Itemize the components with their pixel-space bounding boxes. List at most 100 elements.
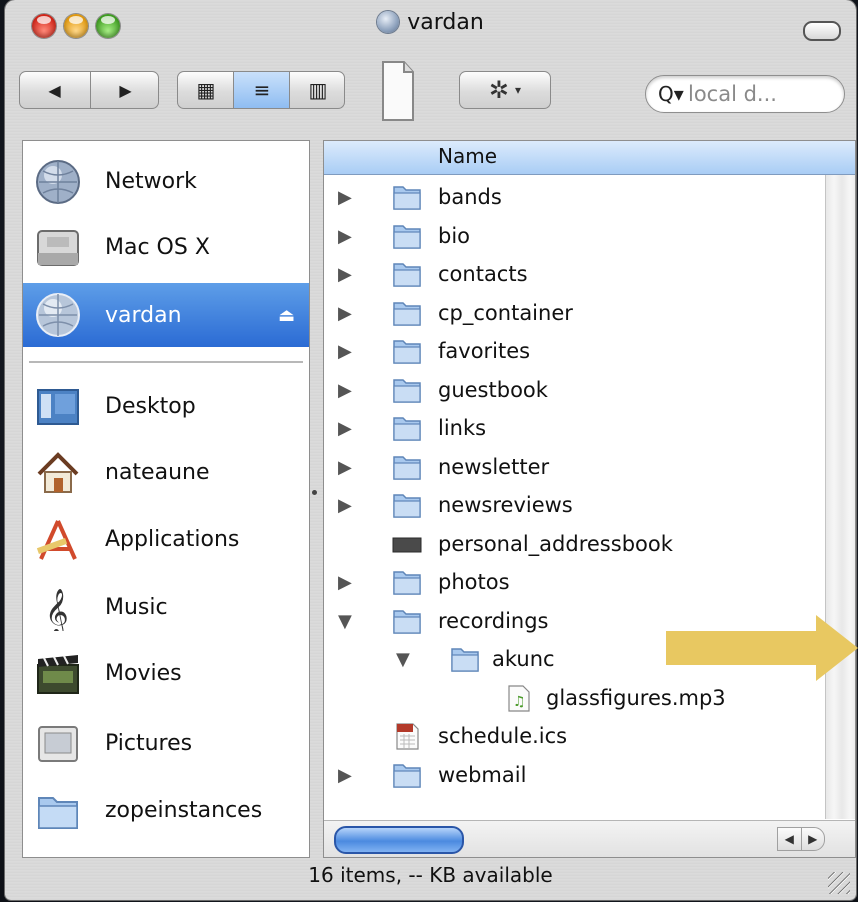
- disclosure-open-icon[interactable]: ▼: [338, 611, 352, 632]
- icon-view-button[interactable]: ▦: [178, 72, 234, 108]
- list-item[interactable]: ▶ newsletter: [324, 449, 834, 487]
- resize-handle[interactable]: [828, 872, 850, 894]
- window-title-text: vardan: [407, 10, 484, 35]
- disclosure-closed-icon[interactable]: ▶: [338, 187, 352, 208]
- sidebar-item-desktop[interactable]: Desktop: [23, 377, 309, 435]
- horizontal-scroll-thumb[interactable]: [334, 826, 464, 854]
- document-icon: [392, 530, 422, 558]
- sidebar-item-music[interactable]: 𝄞 Music: [23, 578, 309, 636]
- network-volume-icon: [36, 293, 80, 337]
- list-item-name: glassfigures.mp3: [546, 685, 726, 710]
- list-item[interactable]: ▶ webmail: [324, 757, 834, 795]
- list-item[interactable]: schedule.ics: [324, 718, 834, 756]
- list-view-button[interactable]: ≡: [233, 72, 290, 108]
- list-item-name: webmail: [438, 762, 527, 787]
- title-bar[interactable]: vardan: [5, 0, 856, 52]
- svg-text:♫: ♫: [513, 694, 526, 710]
- sidebar-item-zopeinstances[interactable]: zopeinstances: [23, 781, 309, 839]
- toolbar-toggle-button[interactable]: [803, 21, 841, 41]
- list-item-name: bands: [438, 185, 502, 209]
- vertical-scrollbar[interactable]: [825, 175, 855, 819]
- list-item[interactable]: ▶ contacts: [324, 256, 834, 294]
- horizontal-scrollbar[interactable]: ◀ ▶: [324, 820, 855, 857]
- gear-icon: ✲: [488, 76, 510, 104]
- back-forward-control: ◀ ▶: [19, 71, 159, 109]
- disclosure-closed-icon[interactable]: ▶: [338, 765, 352, 786]
- view-mode-control: ▦ ≡ ▥: [177, 71, 345, 109]
- disclosure-open-icon[interactable]: ▼: [396, 649, 410, 670]
- list-item[interactable]: ▶ guestbook: [324, 372, 834, 410]
- disclosure-closed-icon[interactable]: ▶: [338, 264, 352, 285]
- sidebar-divider: [29, 361, 303, 364]
- sidebar-item-label: Desktop: [105, 393, 196, 419]
- search-icon[interactable]: Q▾: [658, 82, 684, 106]
- sidebar-item-network[interactable]: Network: [23, 152, 309, 210]
- list-item-name: newsreviews: [438, 493, 573, 517]
- finder-window: vardan ◀ ▶ ▦ ≡ ▥ ✲▾ Q▾ Network Mac OS X …: [5, 0, 856, 900]
- sidebar-item-nateaune[interactable]: nateaune: [23, 443, 309, 501]
- list-item[interactable]: ▶ cp_container: [324, 295, 834, 333]
- disclosure-closed-icon[interactable]: ▶: [338, 418, 352, 439]
- home-icon: [37, 452, 79, 493]
- status-bar: 16 items, -- KB available: [308, 863, 553, 887]
- disclosure-closed-icon[interactable]: ▶: [338, 495, 352, 516]
- network-volume-icon: [377, 11, 400, 33]
- desktop-icon: [37, 389, 79, 425]
- back-button[interactable]: ◀: [20, 72, 89, 108]
- scroll-right-button[interactable]: ▶: [800, 828, 825, 850]
- forward-button[interactable]: ▶: [90, 72, 160, 108]
- movies-icon: [37, 655, 79, 694]
- eject-icon[interactable]: ⏏: [278, 305, 295, 326]
- sidebar-item-pictures[interactable]: Pictures: [23, 714, 309, 772]
- list-item[interactable]: ▶ bio: [324, 218, 834, 256]
- audio-file-icon: ♫: [504, 684, 534, 712]
- list-item-name: favorites: [438, 339, 531, 363]
- list-item-name: personal_addressbook: [438, 531, 673, 556]
- search-field: Q▾: [645, 75, 845, 113]
- icon-view-icon: ▦: [196, 78, 216, 102]
- sidebar-item-label: vardan: [105, 302, 182, 328]
- list-item-name: akunc: [492, 647, 555, 671]
- list-item[interactable]: ▶ favorites: [324, 333, 834, 371]
- disclosure-closed-icon[interactable]: ▶: [338, 303, 352, 324]
- list-item-name: photos: [438, 570, 510, 594]
- search-input[interactable]: [688, 81, 838, 107]
- list-item[interactable]: ▶ photos: [324, 564, 834, 602]
- scroll-left-button[interactable]: ◀: [778, 828, 801, 850]
- window-title: vardan: [5, 10, 856, 35]
- sidebar-item-label: Network: [105, 168, 197, 194]
- folder-icon: [392, 376, 422, 404]
- list-item[interactable]: ▶ newsreviews: [324, 487, 834, 525]
- list-item[interactable]: ▶ links: [324, 410, 834, 448]
- sidebar-item-vardan[interactable]: vardan ⏏: [23, 283, 309, 347]
- action-menu-button[interactable]: ✲ ▾: [459, 71, 551, 109]
- disclosure-closed-icon[interactable]: ▶: [338, 341, 352, 362]
- disclosure-closed-icon[interactable]: ▶: [338, 226, 352, 247]
- list-item-name: newsletter: [438, 454, 550, 479]
- list-item-name: recordings: [438, 608, 549, 633]
- sidebar-item-label: zopeinstances: [105, 797, 263, 823]
- sidebar-item-mac-os-x[interactable]: Mac OS X: [23, 218, 309, 276]
- back-arrow-icon: ◀: [48, 80, 61, 100]
- disclosure-closed-icon[interactable]: ▶: [338, 457, 352, 478]
- folder-icon: [392, 414, 422, 442]
- column-header-name[interactable]: Name: [324, 141, 855, 175]
- splitter-handle[interactable]: [312, 490, 317, 495]
- list-item[interactable]: personal_addressbook: [324, 526, 834, 564]
- sidebar-item-label: Pictures: [105, 730, 193, 756]
- column-header-label: Name: [438, 144, 498, 168]
- disclosure-closed-icon[interactable]: ▶: [338, 572, 352, 593]
- folder-icon: [38, 797, 78, 829]
- scroll-arrows: ◀ ▶: [777, 827, 825, 851]
- list-item[interactable]: ♫ glassfigures.mp3: [324, 680, 834, 718]
- sidebar-item-label: nateaune: [105, 459, 210, 485]
- folder-icon: [392, 491, 422, 519]
- disclosure-closed-icon[interactable]: ▶: [338, 380, 352, 401]
- sidebar-item-movies[interactable]: Movies: [23, 644, 309, 702]
- list-item-name: contacts: [438, 262, 528, 286]
- column-view-button[interactable]: ▥: [289, 72, 346, 108]
- sidebar-item-applications[interactable]: Applications: [23, 510, 309, 568]
- list-item[interactable]: ▶ bands: [324, 179, 834, 217]
- list-item-name: bio: [438, 223, 471, 248]
- document-icon[interactable]: [380, 59, 416, 123]
